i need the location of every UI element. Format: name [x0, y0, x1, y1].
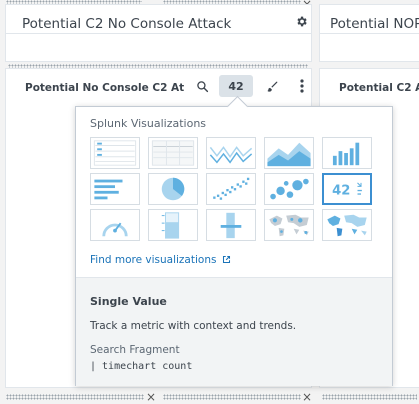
viz-tile-statistics-table[interactable]: [148, 137, 198, 169]
viz-tile-single-value[interactable]: 42: [322, 173, 372, 205]
panel-title: Potential C2 Atte: [339, 82, 419, 94]
panel-drag-handle[interactable]: [6, 394, 144, 400]
find-more-label: Find more visualizations: [90, 254, 217, 266]
viz-tile-line-chart[interactable]: [206, 137, 256, 169]
visualization-info: Single Value Track a metric with context…: [76, 277, 392, 386]
vertical-ellipsis-icon[interactable]: [294, 78, 310, 94]
visualization-picker-popover: Splunk Visualizations 42 Find more visua…: [75, 106, 393, 386]
viz-tile-scatter-chart[interactable]: [206, 173, 256, 205]
gear-icon[interactable]: [293, 13, 309, 29]
panel-title: Potential C2 No Console Attack: [22, 16, 232, 32]
viz-tile-filler-gauge[interactable]: [148, 209, 198, 241]
viz-info-title: Single Value: [90, 295, 167, 308]
viz-info-description: Track a metric with context and trends.: [90, 320, 297, 332]
close-icon[interactable]: ×: [146, 391, 156, 403]
viz-button-label: 42: [228, 79, 244, 93]
panel-drag-handle[interactable]: [163, 394, 301, 400]
viz-tile-bubble-chart[interactable]: [264, 173, 314, 205]
panel-divider: [320, 33, 419, 34]
paintbrush-icon[interactable]: [264, 78, 280, 94]
find-more-visualizations-link[interactable]: Find more visualizations: [90, 254, 231, 266]
panel-title: Potential No Console C2 At: [25, 82, 185, 94]
viz-tile-radial-gauge[interactable]: [90, 209, 140, 241]
external-link-icon: [220, 254, 231, 266]
panel-title: Potential NOP P: [330, 16, 419, 32]
viz-tile-marker-gauge[interactable]: [206, 209, 256, 241]
search-icon[interactable]: [194, 78, 210, 94]
panel-divider: [6, 33, 311, 34]
viz-tile-column-chart[interactable]: [322, 137, 372, 169]
close-icon[interactable]: ×: [302, 391, 312, 403]
viz-tile-cluster-map[interactable]: [264, 209, 314, 241]
svg-text:42: 42: [332, 183, 350, 198]
visualization-picker-button[interactable]: 42: [219, 75, 253, 97]
popover-heading: Splunk Visualizations: [90, 117, 207, 130]
viz-tile-area-chart[interactable]: [264, 137, 314, 169]
viz-tile-pie-chart[interactable]: [148, 173, 198, 205]
panel-drag-handle[interactable]: [322, 394, 417, 400]
viz-tile-choropleth-map[interactable]: [322, 209, 372, 241]
search-fragment-label: Search Fragment: [90, 344, 180, 356]
viz-tile-bar-chart[interactable]: [90, 173, 140, 205]
panel-top-right: Potential NOP P: [319, 4, 419, 62]
search-fragment-code: | timechart count: [90, 361, 193, 372]
panel-top-left: Potential C2 No Console Attack: [5, 4, 312, 62]
viz-tile-events[interactable]: [90, 137, 140, 169]
